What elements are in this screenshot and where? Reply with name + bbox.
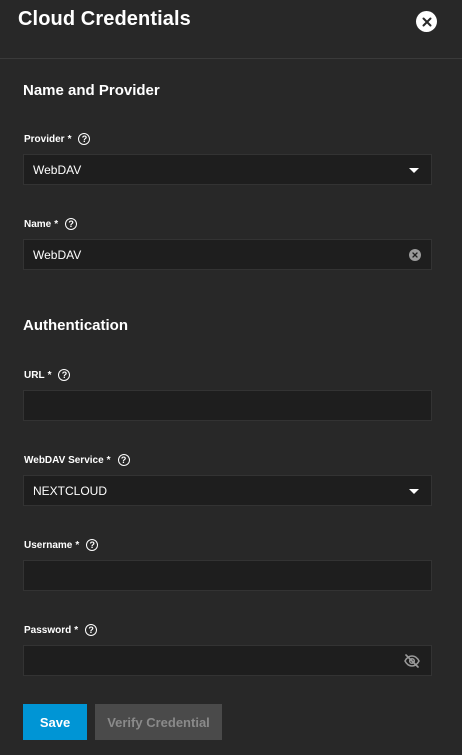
verify-credential-button[interactable]: Verify Credential — [95, 704, 222, 740]
name-label: Name * ? — [24, 218, 78, 230]
close-button[interactable] — [416, 11, 437, 32]
webdav-service-label: WebDAV Service * ? — [24, 454, 130, 466]
url-label-text: URL — [24, 369, 45, 381]
provider-label-text: Provider — [24, 133, 65, 145]
password-label-text: Password — [24, 624, 72, 636]
name-label-text: Name — [24, 218, 52, 230]
webdav-service-label-text: WebDAV Service — [24, 454, 104, 466]
caret-down-icon — [409, 489, 419, 494]
clear-icon[interactable] — [409, 249, 421, 261]
name-input-value: WebDAV — [33, 248, 82, 262]
provider-select-value: WebDAV — [33, 163, 82, 177]
username-input[interactable] — [23, 560, 432, 591]
provider-label: Provider * ? — [24, 133, 91, 145]
username-label-text: Username — [24, 539, 73, 551]
dialog-header: Cloud Credentials — [0, 0, 462, 59]
close-icon — [422, 17, 431, 26]
password-label: Password * ? — [24, 624, 98, 636]
required-marker: * — [74, 624, 79, 636]
required-marker: * — [54, 218, 59, 230]
help-circle-icon[interactable]: ? — [85, 624, 98, 636]
section-title-name-provider: Name and Provider — [23, 82, 160, 99]
username-label: Username * ? — [24, 539, 99, 551]
required-marker: * — [67, 133, 72, 145]
eye-off-icon[interactable] — [404, 654, 420, 668]
dialog-title: Cloud Credentials — [18, 8, 191, 30]
help-circle-icon[interactable]: ? — [117, 454, 130, 466]
help-circle-icon[interactable]: ? — [58, 369, 71, 381]
provider-select[interactable]: WebDAV — [23, 154, 432, 185]
required-marker: * — [106, 454, 111, 466]
webdav-service-select[interactable]: NEXTCLOUD — [23, 475, 432, 506]
webdav-service-select-value: NEXTCLOUD — [33, 484, 108, 498]
section-title-authentication: Authentication — [23, 317, 128, 334]
help-circle-icon[interactable]: ? — [65, 218, 78, 230]
help-circle-icon[interactable]: ? — [86, 539, 99, 551]
required-marker: * — [75, 539, 80, 551]
url-label: URL * ? — [24, 369, 71, 381]
url-input[interactable] — [23, 390, 432, 421]
save-button[interactable]: Save — [23, 704, 87, 740]
required-marker: * — [47, 369, 52, 381]
name-input[interactable]: WebDAV — [23, 239, 432, 270]
help-circle-icon[interactable]: ? — [78, 133, 91, 145]
caret-down-icon — [409, 168, 419, 173]
password-input[interactable] — [23, 645, 432, 676]
